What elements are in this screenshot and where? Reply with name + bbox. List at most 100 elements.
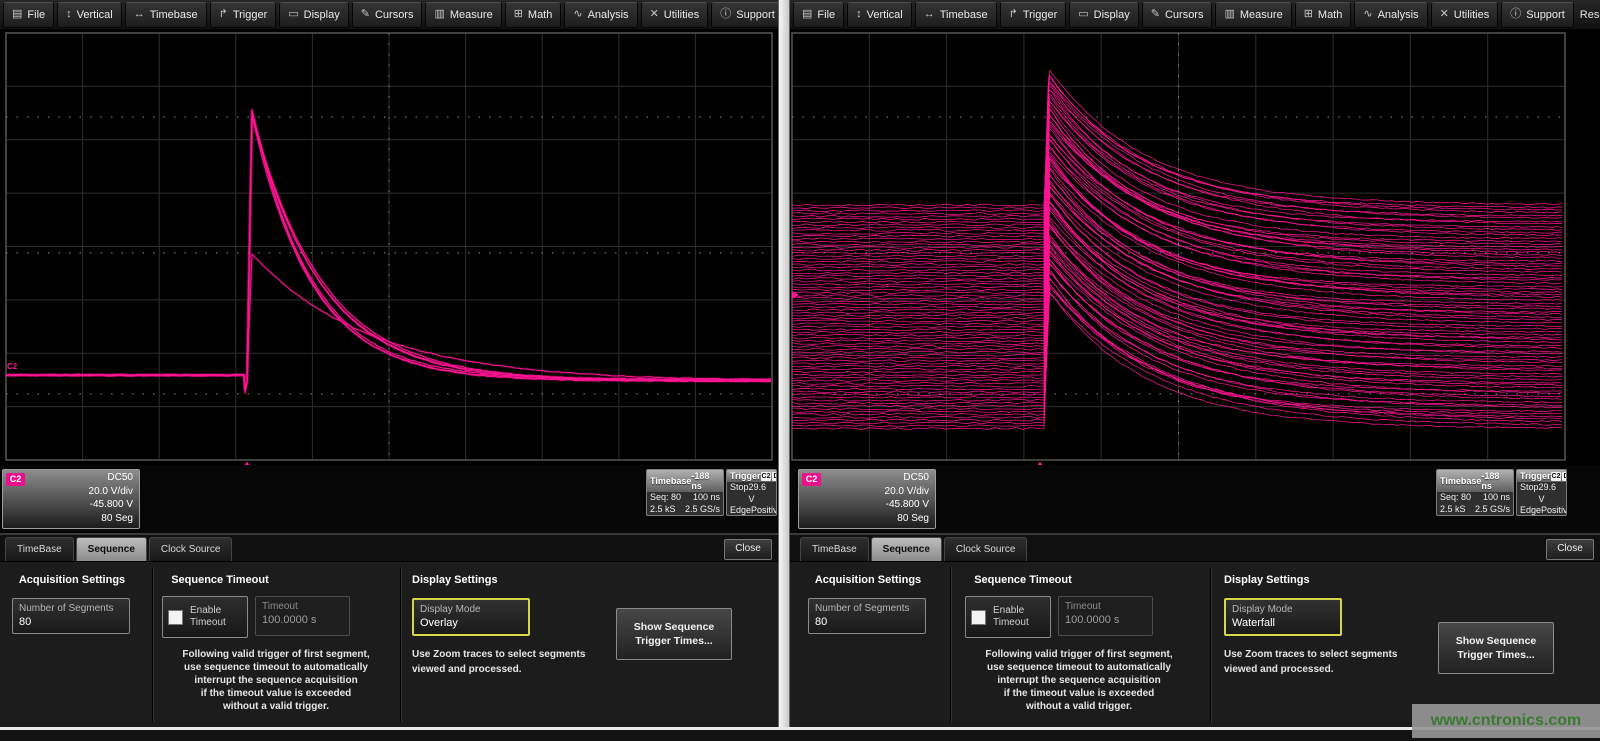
menu-item-trigger[interactable]: ↱ Trigger (210, 2, 277, 28)
timebase-seq: Seq: 80 (1440, 492, 1471, 504)
timebase-descriptor[interactable]: Timebase -188 ns Seq: 80 100 ns 2.5 kS 2… (646, 469, 724, 516)
display-mode-field[interactable]: Display Mode Waterfall (1224, 598, 1342, 636)
sequence-timeout-header: Sequence Timeout (953, 574, 1093, 586)
menu-item-cursors[interactable]: ✎ Cursors (1142, 2, 1213, 28)
tab-clock-source[interactable]: Clock Source (149, 537, 232, 561)
channel-descriptor-c2[interactable]: C2 DC50 20.0 V/div -45.800 V 80 Seg (798, 469, 936, 529)
enable-timeout-label-line: Enable (993, 605, 1029, 618)
timebase-samples: 2.5 kS (650, 504, 676, 516)
scope-panel-left: ▤ File ↕ Vertical ↔ Timebase ↱ Trigger ▭… (0, 0, 778, 741)
display-mode-value: Waterfall (1232, 616, 1334, 631)
timebase-descriptor[interactable]: Timebase -188 ns Seq: 80 100 ns 2.5 kS 2… (1436, 469, 1514, 516)
menu-item-label: Analysis (1378, 9, 1419, 21)
tab-sequence[interactable]: Sequence (76, 537, 147, 561)
trigger-descriptor[interactable]: Trigger C2 DC Stop 29.6 V Edge Positive (1516, 469, 1567, 516)
menu-item-vertical[interactable]: ↕ Vertical (57, 2, 122, 28)
menu-item-utilities[interactable]: ✕ Utilities (1431, 2, 1499, 28)
menu-item-support[interactable]: ⓘ Support (1501, 2, 1574, 28)
menu-item-analysis[interactable]: ∿ Analysis (1354, 2, 1427, 28)
enable-timeout-checkbox[interactable] (971, 610, 986, 625)
watermark: www.cntronics.com (1412, 704, 1600, 738)
menu-item-file[interactable]: ▤ File (3, 2, 54, 28)
button-label-line: Show Sequence (1439, 634, 1553, 648)
trigger-title: Trigger (730, 471, 761, 481)
button-label-line: Trigger Times... (1439, 648, 1553, 662)
menu-item-math[interactable]: ⊞ Math (1295, 2, 1352, 28)
trigger-slope: Positive (1541, 505, 1567, 516)
menu-item-measure[interactable]: ▥ Measure (425, 2, 501, 28)
show-sequence-trigger-times-button[interactable]: Show SequenceTrigger Times... (616, 608, 732, 660)
tab-clock-source[interactable]: Clock Source (944, 537, 1027, 561)
tab-timebase[interactable]: TimeBase (5, 537, 74, 561)
zoom-traces-note-line: viewed and processed. (412, 663, 652, 678)
waveform-display-waterfall[interactable] (790, 30, 1600, 465)
display-mode-field[interactable]: Display Mode Overlay (412, 598, 530, 636)
waveform-display-overlay[interactable]: C2 (0, 30, 778, 465)
menu-item-measure[interactable]: ▥ Measure (1215, 2, 1291, 28)
enable-timeout-control[interactable]: EnableTimeout (965, 596, 1051, 638)
vertical-arrows-icon: ↕ (856, 9, 862, 20)
reset-button[interactable]: Reset (1580, 9, 1600, 21)
number-of-segments-value: 80 (815, 615, 919, 630)
channel-segments: 80 Seg (803, 512, 929, 526)
show-sequence-trigger-times-button[interactable]: Show SequenceTrigger Times... (1438, 622, 1554, 674)
tab-sequence[interactable]: Sequence (871, 537, 942, 561)
timebase-delay: -188 ns (1481, 471, 1510, 491)
channel-coupling: DC50 (7, 471, 133, 485)
tab-timebase[interactable]: TimeBase (800, 537, 869, 561)
timebase-rate: 2.5 GS/s (1475, 504, 1510, 516)
menu-item-label: Cursors (1165, 9, 1204, 21)
enable-timeout-checkbox[interactable] (168, 610, 183, 625)
menu-item-label: Utilities (1454, 9, 1489, 21)
dialog-body: Acquisition Settings Number of Segments … (790, 562, 1600, 727)
menu-item-label: Math (1318, 9, 1342, 21)
trigger-title: Trigger (1520, 471, 1551, 481)
menu-item-display[interactable]: ▭ Display (279, 2, 348, 28)
menu-item-trigger[interactable]: ↱ Trigger (1000, 2, 1067, 28)
analysis-icon: ∿ (1363, 9, 1372, 20)
menu-item-timebase[interactable]: ↔ Timebase (125, 2, 207, 28)
menu-item-support[interactable]: ⓘ Support (711, 2, 784, 28)
menu-item-math[interactable]: ⊞ Math (505, 2, 562, 28)
menu-item-label: Vertical (77, 9, 113, 21)
timeout-label: Timeout (1065, 600, 1146, 613)
menu-item-file[interactable]: ▤ File (793, 2, 844, 28)
close-button[interactable]: Close (724, 539, 772, 560)
math-icon: ⊞ (1304, 9, 1313, 20)
menu-item-label: Measure (450, 9, 493, 21)
menu-item-label: Measure (1240, 9, 1283, 21)
timeout-field[interactable]: Timeout 100.0000 s (1058, 596, 1153, 636)
channel-badge: C2 (6, 473, 25, 486)
menu-item-utilities[interactable]: ✕ Utilities (641, 2, 709, 28)
math-icon: ⊞ (514, 9, 523, 20)
timebase-delay: -188 ns (691, 471, 720, 491)
menu-item-label: Trigger (233, 9, 267, 21)
channel-segments: 80 Seg (7, 512, 133, 526)
timeout-field[interactable]: Timeout 100.0000 s (255, 596, 350, 636)
menu-item-label: Trigger (1023, 9, 1057, 21)
menu-item-vertical[interactable]: ↕ Vertical (847, 2, 912, 28)
channel-descriptor-c2[interactable]: C2 DC50 20.0 V/div -45.800 V 80 Seg (2, 469, 140, 529)
number-of-segments-field[interactable]: Number of Segments 80 (808, 598, 926, 634)
analysis-icon: ∿ (573, 9, 582, 20)
menu-items: ▤ File ↕ Vertical ↔ Timebase ↱ Trigger ▭… (3, 2, 784, 28)
timebase-per-div: 100 ns (1483, 492, 1510, 504)
display-settings-header: Display Settings (1224, 574, 1344, 586)
menu-item-analysis[interactable]: ∿ Analysis (564, 2, 637, 28)
number-of-segments-field[interactable]: Number of Segments 80 (12, 598, 130, 634)
enable-timeout-control[interactable]: EnableTimeout (162, 596, 248, 638)
close-button[interactable]: Close (1546, 539, 1594, 560)
cursors-icon: ✎ (361, 9, 370, 20)
tab-label: TimeBase (17, 544, 62, 555)
timeout-value: 100.0000 s (262, 613, 343, 628)
menu-item-timebase[interactable]: ↔ Timebase (915, 2, 997, 28)
menu-item-label: File (27, 9, 45, 21)
menu-item-display[interactable]: ▭ Display (1069, 2, 1138, 28)
trigger-icon: ↱ (1009, 9, 1018, 20)
channel-badge: C2 (802, 473, 821, 486)
enable-timeout-label: EnableTimeout (993, 605, 1029, 630)
trigger-descriptor[interactable]: Trigger C2 DC Stop 29.6 V Edge Positive (726, 469, 777, 516)
help-text-line: without a valid trigger. (951, 700, 1207, 713)
menu-item-cursors[interactable]: ✎ Cursors (352, 2, 423, 28)
enable-timeout-label: EnableTimeout (190, 605, 226, 630)
